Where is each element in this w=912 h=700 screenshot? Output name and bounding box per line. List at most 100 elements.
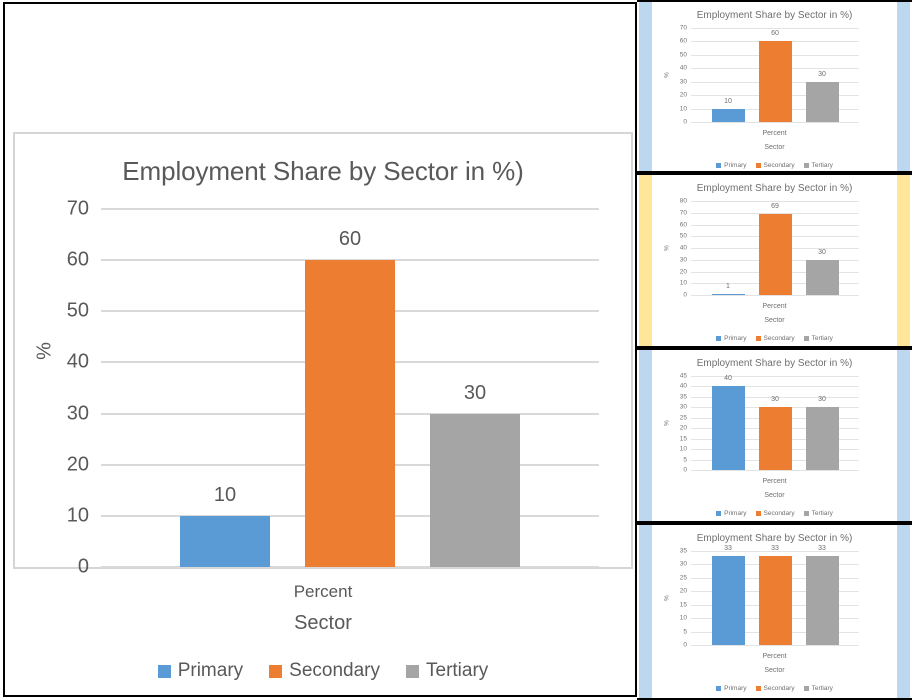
bar-value-label: 30 xyxy=(818,396,826,404)
y-axis-tick-label: 60 xyxy=(679,37,687,45)
legend-label: Secondary xyxy=(763,510,795,517)
bar-primary[interactable] xyxy=(711,386,745,470)
bar-tertiary[interactable] xyxy=(430,413,520,567)
legend-item-secondary[interactable]: Secondary xyxy=(755,335,795,342)
y-axis-tick-label: 40 xyxy=(679,64,687,72)
legend-item-tertiary[interactable]: Tertiary xyxy=(803,162,833,169)
bar-secondary[interactable] xyxy=(305,260,395,567)
legend-item-primary[interactable]: Primary xyxy=(716,510,747,517)
thumbnail-chart-4[interactable]: Employment Share by Sector in %) 0 5 10 15 20… xyxy=(653,525,896,698)
bar-tertiary[interactable] xyxy=(805,407,839,470)
bar-value-label: 33 xyxy=(771,545,779,553)
y-axis-tick-label: 60 xyxy=(66,248,89,271)
accent-bar-left xyxy=(639,175,652,346)
chart-title: Employment Share by Sector in %) xyxy=(696,358,853,369)
accent-bar-right xyxy=(897,175,910,346)
legend-label: Tertiary xyxy=(811,510,833,517)
legend-label: Tertiary xyxy=(811,162,833,169)
bar-secondary[interactable] xyxy=(758,41,792,122)
slide-thumbnail-strip[interactable]: Employment Share by Sector in %) 0 10 20 30 4… xyxy=(637,0,912,700)
legend-swatch-icon xyxy=(803,686,809,691)
chart-legend[interactable]: Primary Secondary Tertiary xyxy=(653,685,896,692)
chart-legend[interactable]: Primary Secondary Tertiary xyxy=(653,335,896,342)
chart-title: Employment Share by Sector in %) xyxy=(696,183,853,194)
legend-item-primary[interactable]: Primary xyxy=(716,162,747,169)
plot-area: 0 10 20 30 40 50 60 70 10 60 30 xyxy=(67,198,599,578)
bar-secondary[interactable] xyxy=(758,407,792,470)
main-slide[interactable]: Employment Share by Sector in %) % 0 10 20… xyxy=(3,2,637,697)
y-axis-tick-label: 70 xyxy=(66,197,89,220)
y-axis-tick-label: 30 xyxy=(679,560,687,568)
accent-bar-right xyxy=(897,350,910,521)
legend-item-tertiary[interactable]: Tertiary xyxy=(803,685,833,692)
bar-primary[interactable] xyxy=(711,293,745,295)
thumbnail-chart-2[interactable]: Employment Share by Sector in %) 0 10 20 30 4… xyxy=(653,175,896,346)
legend-swatch-icon xyxy=(716,163,722,168)
chart-legend[interactable]: Primary Secondary Tertiary xyxy=(15,660,631,682)
y-axis-tick-label: 20 xyxy=(679,91,687,99)
bar-value-label: 30 xyxy=(771,396,779,404)
slide-thumbnail-2[interactable]: Employment Share by Sector in %) 0 10 20 30 4… xyxy=(637,173,912,348)
legend-item-primary[interactable]: Primary xyxy=(157,660,244,682)
bar-primary[interactable] xyxy=(711,108,745,122)
legend-item-secondary[interactable]: Secondary xyxy=(755,685,795,692)
legend-label: Primary xyxy=(724,162,747,169)
bar-value-label: 30 xyxy=(818,248,826,256)
y-axis-tick-label: 80 xyxy=(679,197,687,205)
y-axis-tick-label: 30 xyxy=(679,403,687,411)
legend-label: Tertiary xyxy=(426,660,489,681)
x-axis-title: Sector xyxy=(764,492,785,499)
accent-bar-right xyxy=(897,525,910,698)
bar-tertiary[interactable] xyxy=(805,259,839,295)
gridline xyxy=(691,201,859,202)
legend-item-secondary[interactable]: Secondary xyxy=(269,660,380,682)
legend-label: Primary xyxy=(177,660,244,681)
slide-thumbnail-3[interactable]: Employment Share by Sector in %) 0 5 10 15 20… xyxy=(637,348,912,523)
y-axis-tick-label: 35 xyxy=(679,393,687,401)
y-axis-tick-label: 0 xyxy=(683,291,687,299)
chart-legend[interactable]: Primary Secondary Tertiary xyxy=(653,510,896,517)
legend-label: Primary xyxy=(724,335,747,342)
legend-item-tertiary[interactable]: Tertiary xyxy=(406,660,488,682)
y-axis-tick-label: 40 xyxy=(679,244,687,252)
y-axis-title: % xyxy=(663,245,671,251)
y-axis-tick-label: 10 xyxy=(679,614,687,622)
legend-item-tertiary[interactable]: Tertiary xyxy=(803,335,833,342)
thumbnail-chart-1[interactable]: Employment Share by Sector in %) 0 10 20 30 4… xyxy=(653,2,896,171)
y-axis-tick-label: 20 xyxy=(679,424,687,432)
bar-secondary[interactable] xyxy=(758,213,792,295)
legend-item-primary[interactable]: Primary xyxy=(716,685,747,692)
bar-primary[interactable] xyxy=(711,556,745,645)
legend-swatch-icon xyxy=(755,686,761,691)
bar-tertiary[interactable] xyxy=(805,556,839,645)
legend-label: Secondary xyxy=(763,335,795,342)
legend-swatch-icon xyxy=(755,336,761,341)
slide-thumbnail-1[interactable]: Employment Share by Sector in %) 0 10 20 30 4… xyxy=(637,0,912,173)
legend-swatch-icon xyxy=(716,686,722,691)
accent-bar-left xyxy=(639,2,652,171)
legend-item-secondary[interactable]: Secondary xyxy=(755,162,795,169)
bar-value-label: 30 xyxy=(818,70,826,78)
y-axis-tick-label: 50 xyxy=(679,51,687,59)
legend-item-primary[interactable]: Primary xyxy=(716,335,747,342)
x-axis-title: Sector xyxy=(764,317,785,324)
chart-legend[interactable]: Primary Secondary Tertiary xyxy=(653,162,896,169)
y-axis-tick-label: 50 xyxy=(66,299,89,322)
gridline xyxy=(691,645,859,646)
legend-item-secondary[interactable]: Secondary xyxy=(755,510,795,517)
accent-bar-left xyxy=(639,525,652,698)
y-axis-tick-label: 40 xyxy=(679,382,687,390)
legend-label: Secondary xyxy=(763,162,795,169)
bar-tertiary[interactable] xyxy=(805,81,839,122)
gridline xyxy=(691,122,859,123)
legend-item-tertiary[interactable]: Tertiary xyxy=(803,510,833,517)
main-chart[interactable]: Employment Share by Sector in %) % 0 10 20… xyxy=(13,132,633,681)
y-axis-tick-label: 30 xyxy=(66,402,89,425)
legend-swatch-icon xyxy=(803,336,809,341)
thumbnail-chart-3[interactable]: Employment Share by Sector in %) 0 5 10 15 20… xyxy=(653,350,896,521)
bar-primary[interactable] xyxy=(180,515,270,567)
y-axis-tick-label: 60 xyxy=(679,221,687,228)
bar-secondary[interactable] xyxy=(758,556,792,645)
y-axis-tick-label: 5 xyxy=(683,456,687,464)
slide-thumbnail-4[interactable]: Employment Share by Sector in %) 0 5 10 15 20… xyxy=(637,523,912,700)
